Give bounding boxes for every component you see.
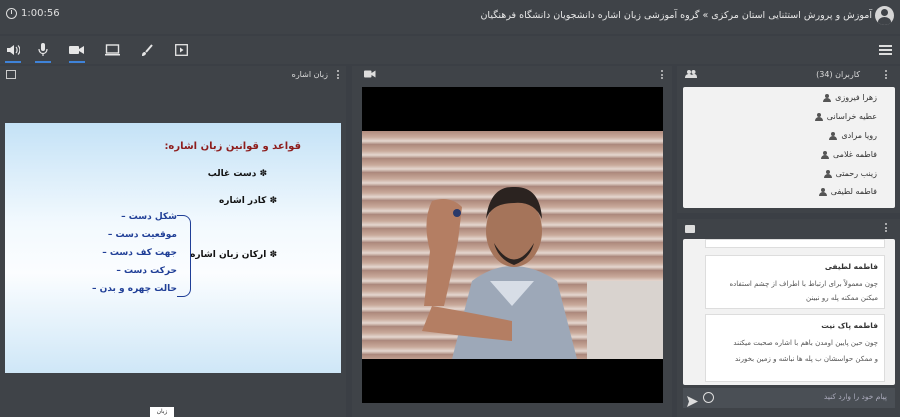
chat-author: فاطمه لطیفی <box>824 262 878 271</box>
video-camera-icon <box>364 70 376 80</box>
chat-text: و ممکن حواسشان ب پله ها نباشه و زمین بخو… <box>735 355 878 363</box>
play-media-icon[interactable] <box>170 40 192 60</box>
slide-title: قواعد و قوانین زبان اشاره: <box>164 141 301 152</box>
user-icon <box>823 93 832 102</box>
list-item[interactable]: فاطمه لطیفی <box>818 187 877 196</box>
list-item[interactable]: رویا مرادی <box>829 131 877 140</box>
speaker-icon[interactable] <box>2 40 24 63</box>
webcam-frame <box>362 131 663 359</box>
list-item[interactable]: عطیه خراسانی <box>814 112 877 121</box>
user-icon <box>818 187 827 196</box>
slide-sub-hand-shape: شکل دست – <box>121 212 177 222</box>
users-count: کاربران (34) <box>816 70 860 79</box>
chat-icon <box>685 225 695 233</box>
slide-item-sign-components: ✽ ارکان زبان اشاره <box>190 250 277 260</box>
chat-options-icon[interactable] <box>885 223 888 233</box>
chat-header <box>677 219 900 237</box>
chat-message: فاطمه لطیفی چون معمولاً برای ارتباط با ا… <box>705 255 885 309</box>
session-timer: 1:00:56 <box>6 8 60 19</box>
timer-text: 1:00:56 <box>21 8 60 19</box>
slide-sub-hand-position: موقعیت دست – <box>107 230 177 240</box>
chat-text: میکنن ممکنه پله رو نبینن <box>806 294 878 302</box>
list-item[interactable]: زینب رحمتی <box>823 169 877 178</box>
video-options-icon[interactable] <box>661 70 664 80</box>
brush-icon[interactable] <box>135 40 157 60</box>
more-options-icon[interactable] <box>337 70 340 80</box>
slide-sub-face-body: حالت چهره و بدن – <box>92 284 177 294</box>
presentation-slide: قواعد و قوانین زبان اشاره: ✽ دست غالب ✽ … <box>5 123 341 373</box>
users-list: زهرا فیروزی عطیه خراسانی رویا مرادی فاطم… <box>683 87 895 208</box>
slide-sub-hand-movement: حرکت دست – <box>116 266 177 276</box>
menu-icon[interactable] <box>879 45 892 55</box>
user-icon <box>814 112 823 121</box>
chat-message: فاطمه پاک نیت چون حین پایین اومدن باهم ب… <box>705 314 885 382</box>
camera-icon[interactable] <box>66 40 88 63</box>
send-icon[interactable] <box>687 392 698 411</box>
presentation-label: زبان اشاره <box>291 70 328 79</box>
presentation-header: زبان اشاره <box>0 66 346 84</box>
presentation-icon <box>6 70 16 79</box>
users-group-icon <box>685 70 697 80</box>
chat-input[interactable]: پیام خود را وارد کنید <box>683 388 895 408</box>
list-item[interactable]: فاطمه غلامی <box>821 150 877 159</box>
chat-text: چون حین پایین اومدن باهم با اشاره صحبت م… <box>733 339 878 347</box>
screen-share-icon[interactable] <box>101 40 123 60</box>
slide-sub-palm-direction: جهت کف دست – <box>102 248 177 258</box>
chat-placeholder: پیام خود را وارد کنید <box>823 392 887 401</box>
users-header: کاربران (34) <box>677 66 900 84</box>
emoji-icon[interactable] <box>703 392 714 403</box>
user-icon <box>821 150 829 159</box>
user-icon <box>823 169 832 178</box>
presentation-footer-tag: زبان <box>150 407 174 417</box>
chat-message-partial <box>705 239 885 248</box>
webcam-video[interactable] <box>362 87 663 403</box>
meeting-title: آموزش و پرورش استثنایی استان مرکزی » گرو… <box>480 10 872 21</box>
slide-item-sign-frame: ✽ کادر اشاره <box>218 196 277 206</box>
user-icon <box>829 131 838 140</box>
video-header <box>352 66 672 84</box>
slide-brace <box>177 215 191 297</box>
chat-author: فاطمه پاک نیت <box>821 321 878 330</box>
microphone-icon[interactable] <box>32 40 54 63</box>
user-avatar-icon[interactable] <box>875 6 894 25</box>
toolbar <box>0 36 900 64</box>
presenter-video-image <box>422 186 663 359</box>
top-bar: 1:00:56 آموزش و پرورش استثنایی استان مرک… <box>0 0 900 34</box>
clock-icon <box>6 8 17 19</box>
list-item[interactable]: زهرا فیروزی <box>823 93 877 102</box>
slide-item-dominant-hand: ✽ دست غالب <box>207 169 267 179</box>
chat-messages: فاطمه لطیفی چون معمولاً برای ارتباط با ا… <box>683 239 895 385</box>
users-options-icon[interactable] <box>885 70 888 80</box>
